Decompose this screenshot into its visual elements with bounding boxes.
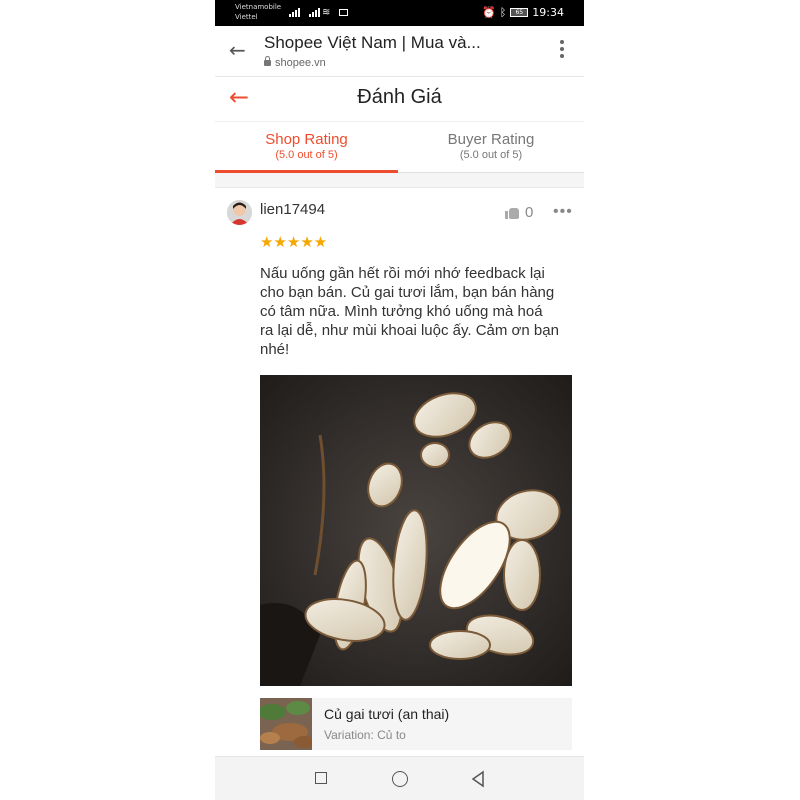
notification-icon xyxy=(339,9,348,16)
status-right: ⏰ ᛒ 65 19:34 xyxy=(482,6,564,19)
page-title: Đánh Giá xyxy=(357,86,442,108)
bluetooth-icon: ᛒ xyxy=(499,6,507,19)
tab-label: Buyer Rating xyxy=(447,131,535,148)
browser-url[interactable]: shopee.vn xyxy=(264,56,326,69)
carrier-label: Vietnamobile Viettel xyxy=(235,2,281,22)
product-name: Củ gai tươi (an thai) xyxy=(324,706,450,722)
browser-menu-icon[interactable] xyxy=(560,40,564,58)
phone-screen: Vietnamobile Viettel ≋ ⏰ ᛒ 65 19:34 ← Sh… xyxy=(215,0,584,800)
like-count: 0 xyxy=(525,204,534,221)
browser-toolbar: ← Shopee Việt Nam | Mua và... shopee.vn xyxy=(215,26,584,77)
rating-tabs: Shop Rating (5.0 out of 5) Buyer Rating … xyxy=(215,122,584,173)
signal-icon xyxy=(289,8,300,17)
system-nav-bar xyxy=(215,756,584,800)
section-divider xyxy=(215,173,584,188)
wifi-icon: ≋ xyxy=(322,7,331,18)
review-text: Nấu uống gần hết rồi mới nhớ feedback lạ… xyxy=(260,265,559,358)
home-icon[interactable] xyxy=(388,767,412,791)
tab-buyer-rating[interactable]: Buyer Rating (5.0 out of 5) xyxy=(398,122,584,172)
battery-icon: 65 xyxy=(510,8,529,17)
clock: 19:34 xyxy=(532,6,564,19)
like-button[interactable]: 0 xyxy=(505,204,533,221)
back-icon[interactable] xyxy=(466,767,490,791)
rating-stars: ★★★★★ xyxy=(260,233,328,251)
tab-sub: (5.0 out of 5) xyxy=(459,149,523,161)
page-header: ← Đánh Giá xyxy=(215,77,584,122)
alarm-icon: ⏰ xyxy=(481,6,496,19)
thumbs-up-icon xyxy=(505,206,519,219)
tab-sub: (5.0 out of 5) xyxy=(275,149,338,161)
more-options-icon[interactable]: ••• xyxy=(553,203,573,221)
review-username[interactable]: lien17494 xyxy=(260,201,325,218)
product-variation: Variation: Củ to xyxy=(324,728,406,742)
review-photo[interactable] xyxy=(260,375,572,686)
tab-shop-rating[interactable]: Shop Rating (5.0 out of 5) xyxy=(215,122,398,173)
status-bar: Vietnamobile Viettel ≋ ⏰ ᛒ 65 19:34 xyxy=(215,0,584,26)
product-thumbnail xyxy=(260,698,312,750)
url-text: shopee.vn xyxy=(275,57,326,69)
avatar[interactable] xyxy=(227,200,252,225)
browser-page-title[interactable]: Shopee Việt Nam | Mua và... xyxy=(264,33,481,53)
signal-icon-2 xyxy=(309,8,320,17)
lock-icon xyxy=(264,56,271,66)
tab-label: Shop Rating xyxy=(265,131,348,148)
carrier-1: Vietnamobile xyxy=(235,3,282,11)
carrier-2: Viettel xyxy=(235,13,258,21)
recents-icon[interactable] xyxy=(310,767,334,791)
browser-back-icon[interactable]: ← xyxy=(229,38,246,62)
product-card[interactable]: Củ gai tươi (an thai) Variation: Củ to xyxy=(260,698,572,750)
